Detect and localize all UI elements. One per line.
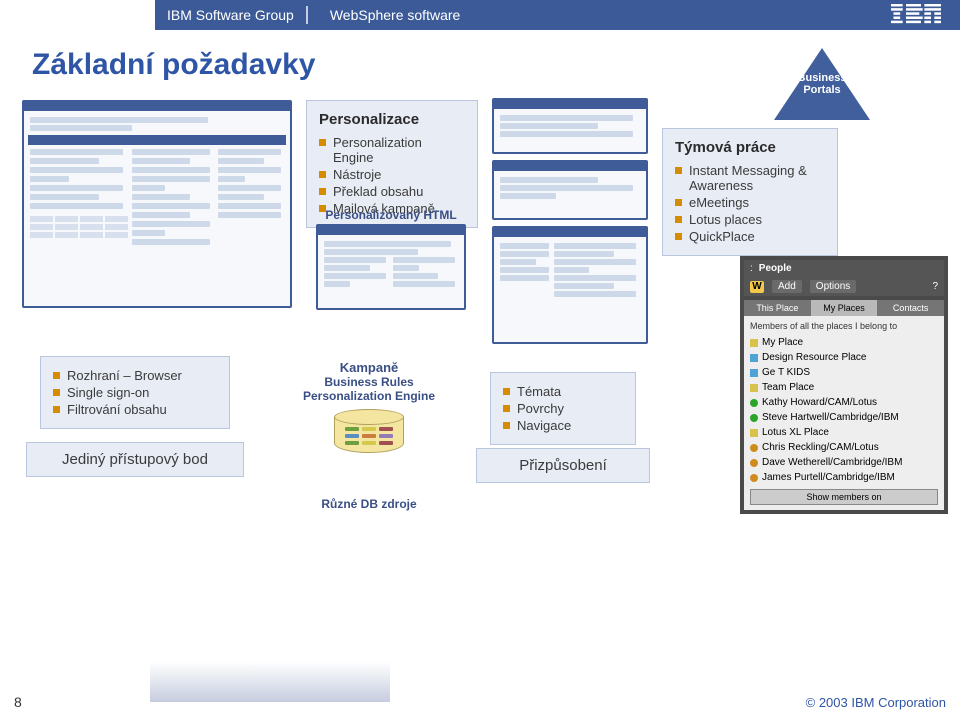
status-dot-icon: [750, 474, 758, 482]
people-add-button[interactable]: Add: [772, 280, 802, 293]
people-item[interactable]: Lotus XL Place: [750, 425, 938, 440]
people-tab-active[interactable]: My Places: [811, 300, 878, 316]
people-item-label: Team Place: [762, 382, 814, 393]
place-square-icon: [750, 384, 758, 392]
db-caption: Různé DB zdroje: [284, 497, 454, 511]
header-bar: IBM Software Group WebSphere software: [0, 0, 960, 30]
interface-item: Filtrování obsahu: [53, 401, 217, 418]
people-item-label: Lotus XL Place: [762, 427, 829, 438]
people-item[interactable]: My Place: [750, 335, 938, 350]
people-item[interactable]: Steve Hartwell/Cambridge/IBM: [750, 410, 938, 425]
people-item[interactable]: Team Place: [750, 380, 938, 395]
customization-panel: Témata Povrchy Navigace: [490, 372, 636, 445]
people-help-icon[interactable]: ?: [932, 281, 938, 292]
status-dot-icon: [750, 444, 758, 452]
people-panel: : People W Add Options ? This Place My P…: [740, 256, 948, 514]
customization-label: Přizpůsobení: [519, 457, 607, 474]
people-item-label: Steve Hartwell/Cambridge/IBM: [762, 412, 899, 423]
campaigns-line1: Business Rules: [284, 375, 454, 389]
people-item[interactable]: Chris Reckling/CAM/Lotus: [750, 440, 938, 455]
customization-item: Povrchy: [503, 400, 623, 417]
interface-item: Rozhraní – Browser: [53, 367, 217, 384]
single-access-point-panel: Jediný přístupový bod: [26, 442, 244, 477]
teamwork-item: eMeetings: [675, 194, 825, 211]
portal-browser-mock: [22, 100, 292, 308]
footer-fade-image: [150, 662, 390, 702]
personalization-item: Nástroje: [319, 166, 465, 183]
page-number: 8: [14, 694, 22, 710]
people-title: People: [759, 263, 792, 274]
teamwork-item: QuickPlace: [675, 228, 825, 245]
people-list: My Place Design Resource Place Ge T KIDS Te…: [750, 335, 938, 485]
people-header: : People: [744, 260, 944, 277]
header-group: IBM Software Group: [155, 7, 306, 23]
customization-item: Navigace: [503, 417, 623, 434]
people-item-label: Chris Reckling/CAM/Lotus: [762, 442, 879, 453]
personalization-item: Personalization Engine: [319, 134, 465, 166]
people-w-icon[interactable]: W: [750, 281, 764, 293]
people-item[interactable]: James Purtell/Cambridge/IBM: [750, 470, 938, 485]
place-square-icon: [750, 369, 758, 377]
place-square-icon: [750, 354, 758, 362]
people-desc: Members of all the places I belong to: [750, 321, 938, 331]
status-dot-icon: [750, 459, 758, 467]
database-icon: [334, 409, 404, 459]
people-tabs: This Place My Places Contacts: [744, 300, 944, 316]
people-item-label: Kathy Howard/CAM/Lotus: [762, 397, 877, 408]
personalization-title: Personalizace: [319, 111, 465, 128]
place-square-icon: [750, 339, 758, 347]
people-body: Members of all the places I belong to My…: [744, 316, 944, 510]
header-product: WebSphere software: [318, 7, 472, 23]
header-spacer: [0, 0, 155, 30]
teamwork-title: Týmová práce: [675, 139, 825, 156]
ibm-logo: [890, 4, 942, 27]
interface-panel: Rozhraní – Browser Single sign-on Filtro…: [40, 356, 230, 429]
people-item-label: My Place: [762, 337, 803, 348]
show-members-button[interactable]: Show members on: [750, 489, 938, 505]
teamwork-panel: Týmová práce Instant Messaging & Awarene…: [662, 128, 838, 256]
campaigns-line2: Personalization Engine: [284, 389, 454, 403]
ui-mock-window-2: [492, 160, 648, 220]
footer: 8 © 2003 IBM Corporation: [0, 674, 960, 716]
status-dot-icon: [750, 399, 758, 407]
ui-mock-window-1: [492, 98, 648, 154]
people-item[interactable]: Kathy Howard/CAM/Lotus: [750, 395, 938, 410]
triangle-line1: Business: [774, 72, 870, 84]
people-item[interactable]: Ge T KIDS: [750, 365, 938, 380]
personalization-item: Překlad obsahu: [319, 183, 465, 200]
people-item[interactable]: Dave Wetherell/Cambridge/IBM: [750, 455, 938, 470]
campaigns-block: Kampaně Business Rules Personalization E…: [284, 356, 454, 511]
people-item-label: Dave Wetherell/Cambridge/IBM: [762, 457, 902, 468]
copyright: © 2003 IBM Corporation: [806, 695, 946, 710]
teamwork-item: Instant Messaging & Awareness: [675, 162, 825, 194]
personalized-html-mock: [316, 224, 466, 310]
teamwork-item: Lotus places: [675, 211, 825, 228]
campaigns-title: Kampaně: [284, 360, 454, 375]
people-options-button[interactable]: Options: [810, 280, 856, 293]
people-item-label: Ge T KIDS: [762, 367, 810, 378]
place-square-icon: [750, 429, 758, 437]
people-tab[interactable]: This Place: [744, 300, 811, 316]
triangle-line2: Portals: [774, 84, 870, 96]
people-item[interactable]: Design Resource Place: [750, 350, 938, 365]
header-divider: [306, 6, 308, 24]
status-dot-icon: [750, 414, 758, 422]
people-item-label: James Purtell/Cambridge/IBM: [762, 472, 895, 483]
interface-item: Single sign-on: [53, 384, 217, 401]
customization-item: Témata: [503, 383, 623, 400]
ui-mock-window-3: [492, 226, 648, 344]
people-item-label: Design Resource Place: [762, 352, 867, 363]
people-tab[interactable]: Contacts: [877, 300, 944, 316]
personalized-html-caption: Personalizovaný HTML: [316, 208, 466, 222]
customization-label-panel: Přizpůsobení: [476, 448, 650, 483]
people-toolbar: W Add Options ?: [744, 277, 944, 296]
access-label: Jediný přístupový bod: [62, 451, 208, 468]
